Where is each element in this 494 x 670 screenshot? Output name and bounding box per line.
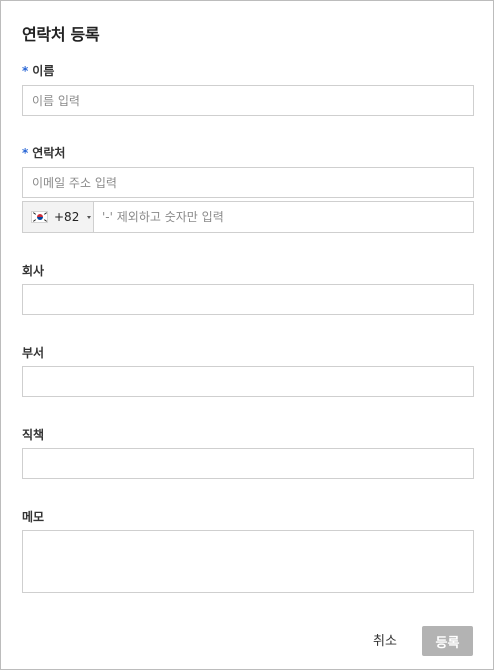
phone-number-input[interactable] [94,202,473,232]
company-input[interactable] [22,284,474,315]
name-input[interactable] [22,85,474,116]
country-code-select[interactable]: +82 [23,202,94,232]
position-input[interactable] [22,448,474,479]
name-label-text: 이름 [32,64,55,78]
department-input[interactable] [22,366,474,397]
chevron-down-icon [87,215,92,219]
country-code: +82 [54,210,80,224]
cancel-button[interactable]: 취소 [373,628,397,656]
phone-field: +82 [22,201,474,233]
memo-label: 메모 [22,510,45,524]
email-input[interactable] [22,167,474,198]
required-mark: * [22,64,29,78]
department-label: 부서 [22,346,45,360]
dialog-title: 연락처 등록 [22,25,100,44]
name-label: * 이름 [22,62,54,79]
south-korea-flag-icon [31,211,48,223]
required-mark: * [22,146,29,160]
position-label: 직책 [22,428,45,442]
submit-button[interactable]: 등록 [422,626,473,656]
company-label: 회사 [22,264,45,278]
memo-textarea[interactable] [22,530,474,593]
contact-label-text: 연락처 [32,146,66,160]
contact-register-dialog: 연락처 등록 *이름 *연락처 +82 회사 부서 직책 메모 [0,0,494,670]
contact-label: * 연락처 [22,144,65,161]
